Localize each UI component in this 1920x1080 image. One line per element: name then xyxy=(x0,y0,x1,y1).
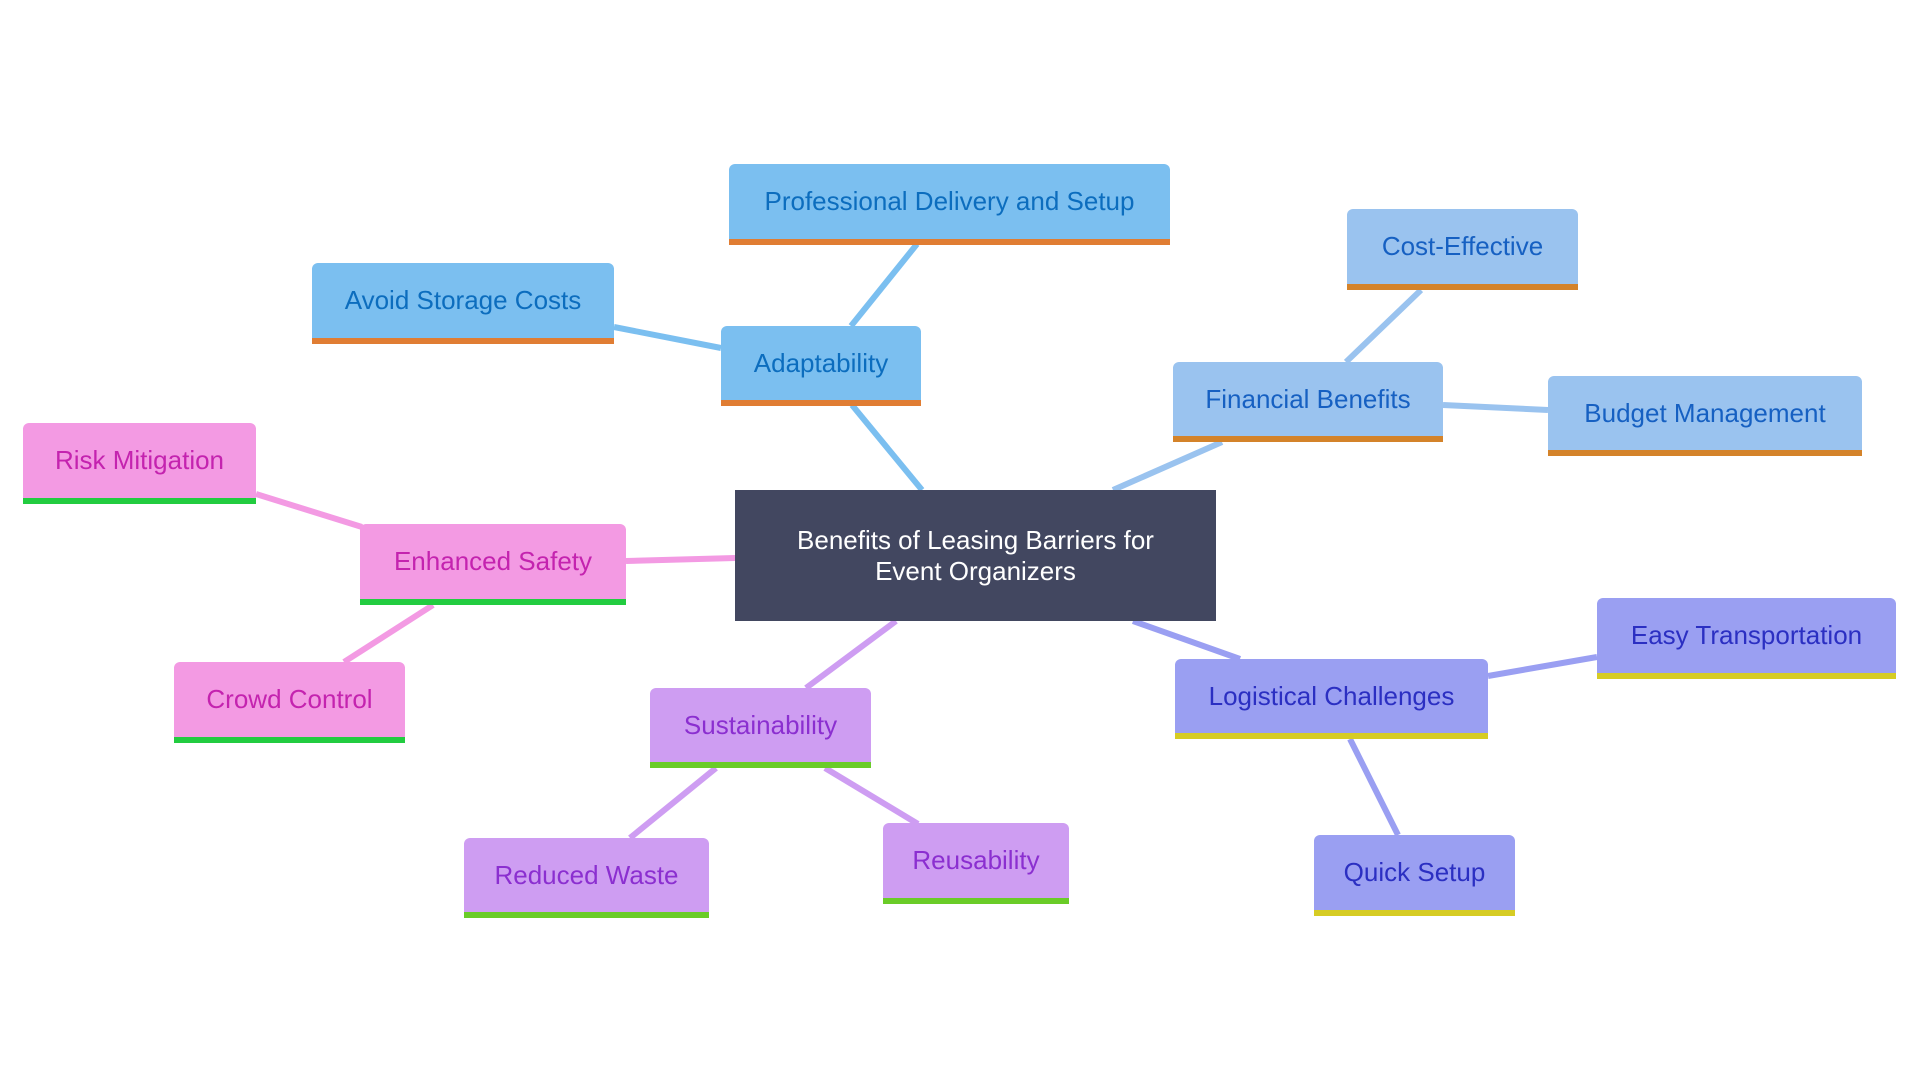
node-label: Cost-Effective xyxy=(1381,231,1544,261)
node-underline xyxy=(360,599,626,605)
edge-root-enhanced-safety xyxy=(625,555,736,564)
node-financial-benefits[interactable]: Financial Benefits xyxy=(1173,362,1443,442)
node-label: Logistical Challenges xyxy=(1208,680,1455,711)
node-label: Risk Mitigation xyxy=(54,445,225,475)
node-underline xyxy=(883,898,1069,904)
node-underline xyxy=(1314,910,1515,916)
node-sustainability[interactable]: Sustainability xyxy=(650,688,871,768)
edge-root-logistical-challenges xyxy=(1131,618,1242,662)
root-label-line1: Benefits of Leasing Barriers for xyxy=(797,524,1154,555)
edge-sustainability-reusability xyxy=(823,765,920,827)
node-reduced-waste[interactable]: Reduced Waste xyxy=(464,838,709,918)
node-underline xyxy=(1597,673,1896,679)
node-professional-delivery[interactable]: Professional Delivery and Setup xyxy=(729,164,1170,245)
node-label: Financial Benefits xyxy=(1205,383,1411,414)
edge-adaptability-avoid-storage-costs xyxy=(613,324,722,351)
node-cost-effective[interactable]: Cost-Effective xyxy=(1347,209,1578,290)
node-budget-management[interactable]: Budget Management xyxy=(1548,376,1862,456)
node-underline xyxy=(23,498,256,504)
node-underline xyxy=(1548,450,1862,456)
node-underline xyxy=(312,338,614,344)
node-label: Crowd Control xyxy=(206,684,373,714)
node-underline xyxy=(464,912,709,918)
node-quick-setup[interactable]: Quick Setup xyxy=(1314,835,1515,916)
node-underline xyxy=(1173,436,1443,442)
node-label: Enhanced Safety xyxy=(393,546,593,576)
mindmap-canvas: Benefits of Leasing Barriers for Event O… xyxy=(0,0,1920,1080)
node-label: Easy Transportation xyxy=(1630,620,1863,650)
root-node[interactable]: Benefits of Leasing Barriers for Event O… xyxy=(735,490,1216,621)
node-label: Avoid Storage Costs xyxy=(344,285,582,315)
node-label: Sustainability xyxy=(683,709,838,740)
node-crowd-control[interactable]: Crowd Control xyxy=(174,662,405,743)
edge-safety-crowd-control xyxy=(342,602,435,665)
edge-root-sustainability xyxy=(804,618,898,691)
node-label: Professional Delivery and Setup xyxy=(764,186,1135,216)
node-reusability[interactable]: Reusability xyxy=(883,823,1069,904)
node-label: Budget Management xyxy=(1584,397,1826,428)
node-underline xyxy=(721,400,921,406)
edge-financial-cost-effective xyxy=(1343,287,1424,365)
node-risk-mitigation[interactable]: Risk Mitigation xyxy=(23,423,256,504)
edge-root-adaptability xyxy=(849,403,925,492)
node-underline xyxy=(1175,733,1488,739)
edge-adaptability-professional-delivery xyxy=(848,242,920,328)
node-logistical-challenges[interactable]: Logistical Challenges xyxy=(1175,659,1488,739)
edge-financial-budget-management xyxy=(1442,402,1549,413)
edge-root-financial-benefits xyxy=(1111,439,1224,493)
edge-logistics-easy-transportation xyxy=(1487,654,1598,679)
node-label: Quick Setup xyxy=(1343,857,1486,887)
edge-logistics-quick-setup xyxy=(1347,737,1401,837)
node-avoid-storage-costs[interactable]: Avoid Storage Costs xyxy=(312,263,614,344)
node-underline xyxy=(174,737,405,743)
node-label: Reduced Waste xyxy=(494,859,679,890)
node-adaptability[interactable]: Adaptability xyxy=(721,326,921,406)
node-enhanced-safety[interactable]: Enhanced Safety xyxy=(360,524,626,605)
node-label: Adaptability xyxy=(753,347,889,378)
edge-safety-risk-mitigation xyxy=(255,491,363,530)
node-label: Reusability xyxy=(912,845,1040,875)
node-underline xyxy=(1347,284,1578,290)
node-easy-transportation[interactable]: Easy Transportation xyxy=(1597,598,1896,679)
node-underline xyxy=(729,239,1170,245)
edge-sustainability-reduced-waste xyxy=(628,765,718,841)
node-underline xyxy=(650,762,871,768)
root-label-line2: Event Organizers xyxy=(875,555,1076,586)
